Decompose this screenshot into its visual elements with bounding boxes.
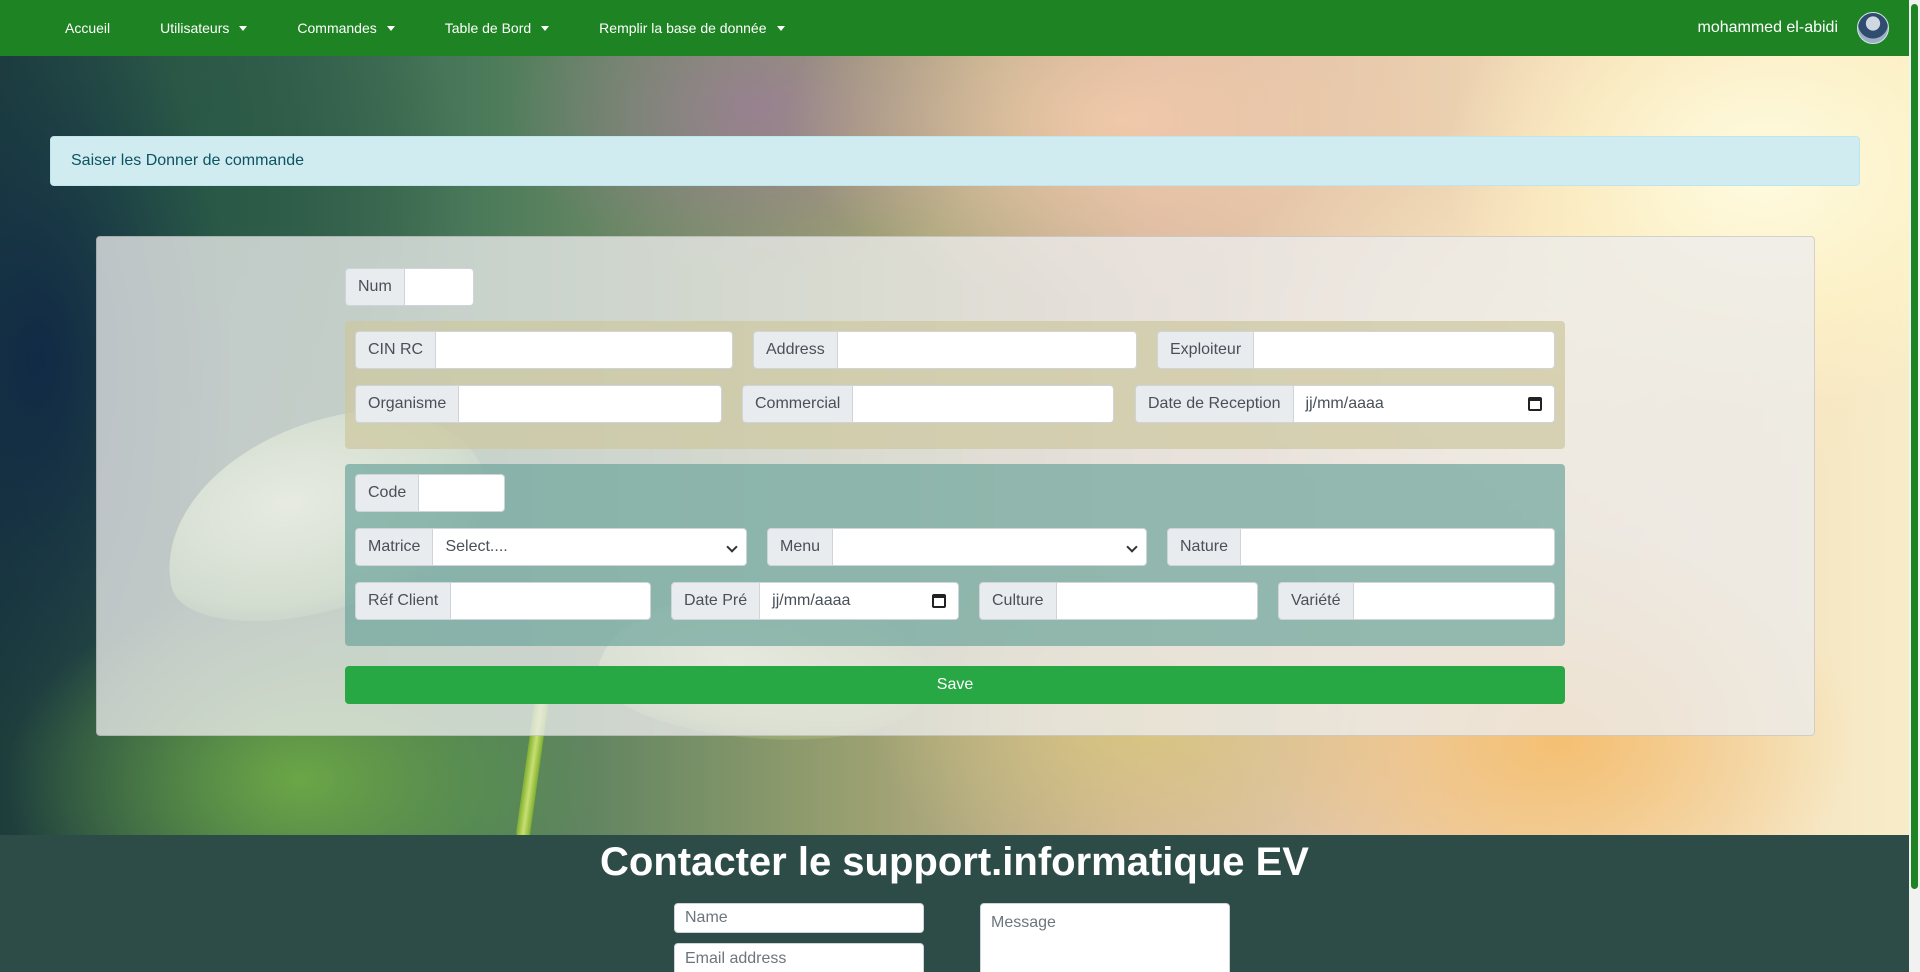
page: Accueil Utilisateurs Commandes Table de … <box>0 0 1909 972</box>
organisme-input-group: Organisme <box>355 385 722 423</box>
message-textarea[interactable]: Message <box>980 903 1230 972</box>
email-input[interactable]: Email address <box>674 943 924 972</box>
date-pre-input[interactable]: jj/mm/aaaa <box>760 582 959 620</box>
save-button[interactable]: Save <box>345 666 1565 704</box>
support-contact-footer: Contacter le support.informatique EV Nam… <box>0 835 1909 972</box>
num-label: Num <box>345 268 405 306</box>
cin-rc-input-group: CIN RC <box>355 331 733 369</box>
date-pre-label: Date Pré <box>671 582 761 620</box>
culture-label: Culture <box>979 582 1057 620</box>
address-label: Address <box>753 331 838 369</box>
date-reception-input-group: Date de Reception jj/mm/aaaa <box>1135 385 1555 423</box>
nav-item-table-de-bord[interactable]: Table de Bord <box>420 0 574 56</box>
user-name[interactable]: mohammed el-abidi <box>1697 19 1838 37</box>
code-label: Code <box>355 474 420 512</box>
calendar-icon[interactable] <box>1528 397 1542 411</box>
organisme-input[interactable] <box>459 385 722 423</box>
scrollbar-thumb[interactable] <box>1911 4 1918 889</box>
page-scrollbar[interactable] <box>1909 0 1920 972</box>
variete-label: Variété <box>1278 582 1354 620</box>
ref-client-input[interactable] <box>451 582 651 620</box>
menu-select-group: Menu <box>767 528 1147 566</box>
nav-item-label: Remplir la base de donnée <box>599 20 767 36</box>
nature-label: Nature <box>1167 528 1242 566</box>
commercial-input[interactable] <box>853 385 1114 423</box>
nav-item-label: Utilisateurs <box>160 20 230 36</box>
cin-rc-input[interactable] <box>436 331 733 369</box>
calendar-icon[interactable] <box>932 594 946 608</box>
nav-item-accueil[interactable]: Accueil <box>0 0 135 56</box>
ref-client-label: Réf Client <box>355 582 452 620</box>
address-input[interactable] <box>837 331 1137 369</box>
commercial-input-group: Commercial <box>742 385 1114 423</box>
avatar[interactable] <box>1857 12 1889 44</box>
code-input[interactable] <box>419 474 505 512</box>
nav-item-utilisateurs[interactable]: Utilisateurs <box>135 0 272 56</box>
num-input-group: Num <box>345 268 474 306</box>
code-input-group: Code <box>355 474 505 512</box>
caret-down-icon <box>386 25 395 31</box>
exploiteur-label: Exploiteur <box>1157 331 1255 369</box>
date-reception-label: Date de Reception <box>1135 385 1294 423</box>
top-navbar: Accueil Utilisateurs Commandes Table de … <box>0 0 1909 56</box>
matrice-select-group: Matrice Select.... <box>355 528 747 566</box>
caret-down-icon <box>541 25 550 31</box>
date-reception-value: jj/mm/aaaa <box>1305 395 1384 412</box>
num-input[interactable] <box>404 268 474 306</box>
exploiteur-input[interactable] <box>1254 331 1555 369</box>
exploiteur-input-group: Exploiteur <box>1157 331 1555 369</box>
nav-item-remplir-base[interactable]: Remplir la base de donnée <box>574 0 809 56</box>
nav-item-label: Commandes <box>297 20 377 36</box>
menu-label: Menu <box>767 528 834 566</box>
nav-item-commandes[interactable]: Commandes <box>272 0 419 56</box>
cin-rc-label: CIN RC <box>355 331 437 369</box>
nav-item-label: Table de Bord <box>444 20 532 36</box>
commercial-label: Commercial <box>742 385 854 423</box>
organisme-label: Organisme <box>355 385 460 423</box>
caret-down-icon <box>776 25 785 31</box>
ref-client-input-group: Réf Client <box>355 582 651 620</box>
culture-input-group: Culture <box>979 582 1258 620</box>
menu-select[interactable] <box>833 528 1147 566</box>
variete-input-group: Variété <box>1278 582 1555 620</box>
nav-item-label: Accueil <box>65 20 111 36</box>
info-alert: Saiser les Donner de commande <box>50 136 1860 186</box>
nature-input[interactable] <box>1241 528 1555 566</box>
date-reception-input[interactable]: jj/mm/aaaa <box>1293 385 1555 423</box>
date-pre-value: jj/mm/aaaa <box>772 592 851 609</box>
alert-text: Saiser les Donner de commande <box>71 152 305 169</box>
nature-input-group: Nature <box>1167 528 1555 566</box>
footer-title: Contacter le support.informatique EV <box>600 840 1309 884</box>
matrice-label: Matrice <box>355 528 434 566</box>
address-input-group: Address <box>753 331 1137 369</box>
date-pre-input-group: Date Pré jj/mm/aaaa <box>671 582 959 620</box>
matrice-select[interactable]: Select.... <box>433 528 747 566</box>
name-input[interactable]: Name <box>674 903 924 933</box>
culture-input[interactable] <box>1056 582 1258 620</box>
variete-input[interactable] <box>1353 582 1555 620</box>
caret-down-icon <box>239 25 248 31</box>
